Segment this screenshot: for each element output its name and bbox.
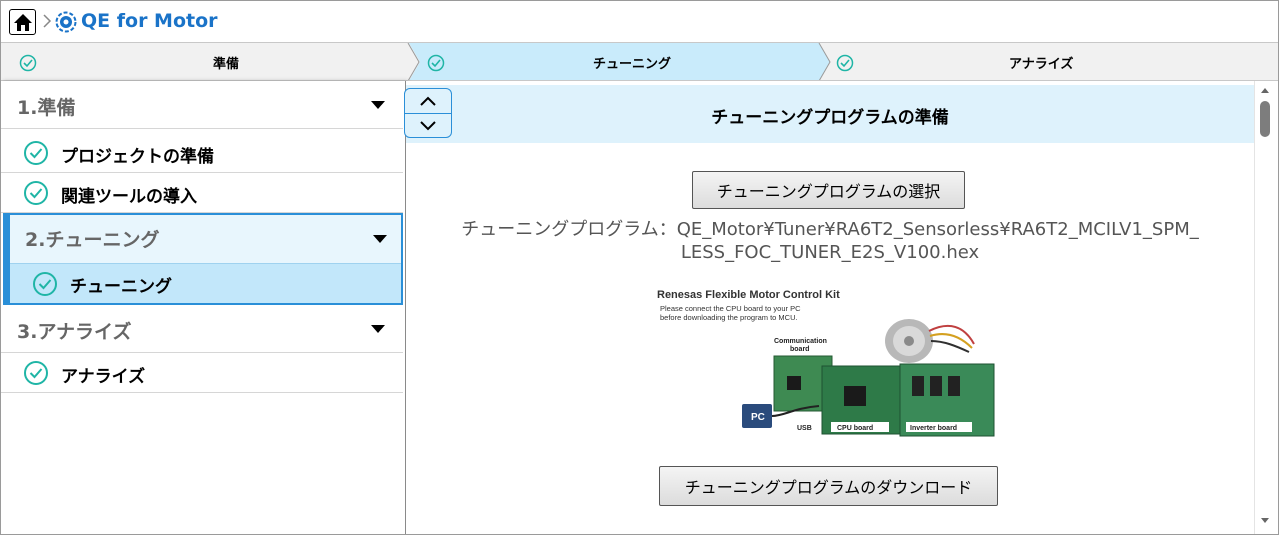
download-program-button[interactable]: チューニングプログラムのダウンロード <box>659 466 998 506</box>
vertical-scrollbar[interactable] <box>1254 81 1278 534</box>
figure-note-1: Please connect the CPU board to your PC <box>660 304 801 313</box>
check-circle-icon <box>24 181 48 205</box>
main-content: チューニングプログラムの準備 チューニングプログラムの選択 チューニングプログラ… <box>404 81 1254 534</box>
scroll-up-icon[interactable] <box>1260 87 1270 94</box>
chevron-down-icon[interactable] <box>418 120 438 132</box>
check-circle-icon <box>24 361 48 385</box>
item-label: アナライズ <box>61 367 146 387</box>
cpu-board-label: CPU board <box>837 425 873 432</box>
step-label: チューニング <box>593 57 672 72</box>
pc-label: PC <box>751 412 765 423</box>
sidebar-item-analyze[interactable]: アナライズ <box>1 353 403 393</box>
check-circle-icon <box>24 141 48 165</box>
usb-label: USB <box>797 425 812 432</box>
program-path-line1: チューニングプログラム：QE_Motor¥Tuner¥RA6T2_Sensorl… <box>461 219 1199 240</box>
motor-image <box>885 319 975 363</box>
step-label: アナライズ <box>1009 57 1074 72</box>
home-button[interactable] <box>9 9 36 35</box>
figure-title: Renesas Flexible Motor Control Kit <box>657 289 840 301</box>
section-title: 3.アナライズ <box>17 321 132 343</box>
check-circle-icon <box>33 272 57 296</box>
comm-board-label-2: board <box>790 346 809 353</box>
step-label: 準備 <box>213 57 240 72</box>
chevron-right-icon <box>43 14 52 28</box>
content-header: チューニングプログラムの準備 <box>406 85 1254 143</box>
check-circle-icon <box>19 54 37 72</box>
chevron-up-icon[interactable] <box>418 95 438 107</box>
scroll-down-icon[interactable] <box>1260 517 1270 524</box>
select-program-button[interactable]: チューニングプログラムの選択 <box>692 171 965 209</box>
app-window: QE for Motor 準備 チューニング アナライズ 1.準備 プロジェクト… <box>0 0 1279 535</box>
content-title: チューニングプログラムの準備 <box>711 108 949 128</box>
check-circle-icon <box>836 54 854 72</box>
comm-board-label-1: Communication <box>774 338 827 345</box>
app-header: QE for Motor <box>1 1 1278 43</box>
item-label: チューニング <box>70 277 172 297</box>
step-bar: 準備 チューニング アナライズ <box>1 43 1278 81</box>
qe-logo-icon <box>55 11 77 33</box>
section-title: 1.準備 <box>17 97 76 119</box>
item-label: プロジェクトの準備 <box>61 147 214 167</box>
caret-down-icon <box>373 235 387 243</box>
caret-down-icon <box>371 325 385 333</box>
sidebar-section-tuning[interactable]: 2.チューニング チューニング <box>3 213 403 305</box>
sidebar-item-tools-install[interactable]: 関連ツールの導入 <box>1 173 403 213</box>
sidebar-section-prepare[interactable]: 1.準備 <box>1 81 403 129</box>
step-analyze[interactable]: アナライズ <box>826 43 1278 81</box>
app-title: QE for Motor <box>81 10 218 32</box>
item-label: 関連ツールの導入 <box>61 187 197 207</box>
sidebar-item-tuning[interactable]: チューニング <box>10 263 401 303</box>
sidebar: 1.準備 プロジェクトの準備 関連ツールの導入 2.チューニング チューニング … <box>1 81 406 534</box>
motor-kit-figure: Renesas Flexible Motor Control Kit Pleas… <box>657 289 995 437</box>
sidebar-item-project-prep[interactable]: プロジェクトの準備 <box>1 133 403 173</box>
home-icon <box>13 13 32 31</box>
check-circle-icon <box>427 54 445 72</box>
inverter-board-label: Inverter board <box>910 425 957 432</box>
section-title: 2.チューニング <box>25 229 160 251</box>
figure-note-2: before downloading the program to MCU. <box>660 313 798 322</box>
step-nav-buttons <box>404 88 452 138</box>
caret-down-icon <box>371 101 385 109</box>
step-prepare[interactable]: 準備 <box>1 43 409 81</box>
program-path-line2: LESS_FOC_TUNER_E2S_V100.hex <box>680 242 980 263</box>
sidebar-section-analyze[interactable]: 3.アナライズ <box>1 305 403 353</box>
step-tuning[interactable]: チューニング <box>409 43 821 81</box>
scrollbar-thumb[interactable] <box>1260 101 1270 137</box>
